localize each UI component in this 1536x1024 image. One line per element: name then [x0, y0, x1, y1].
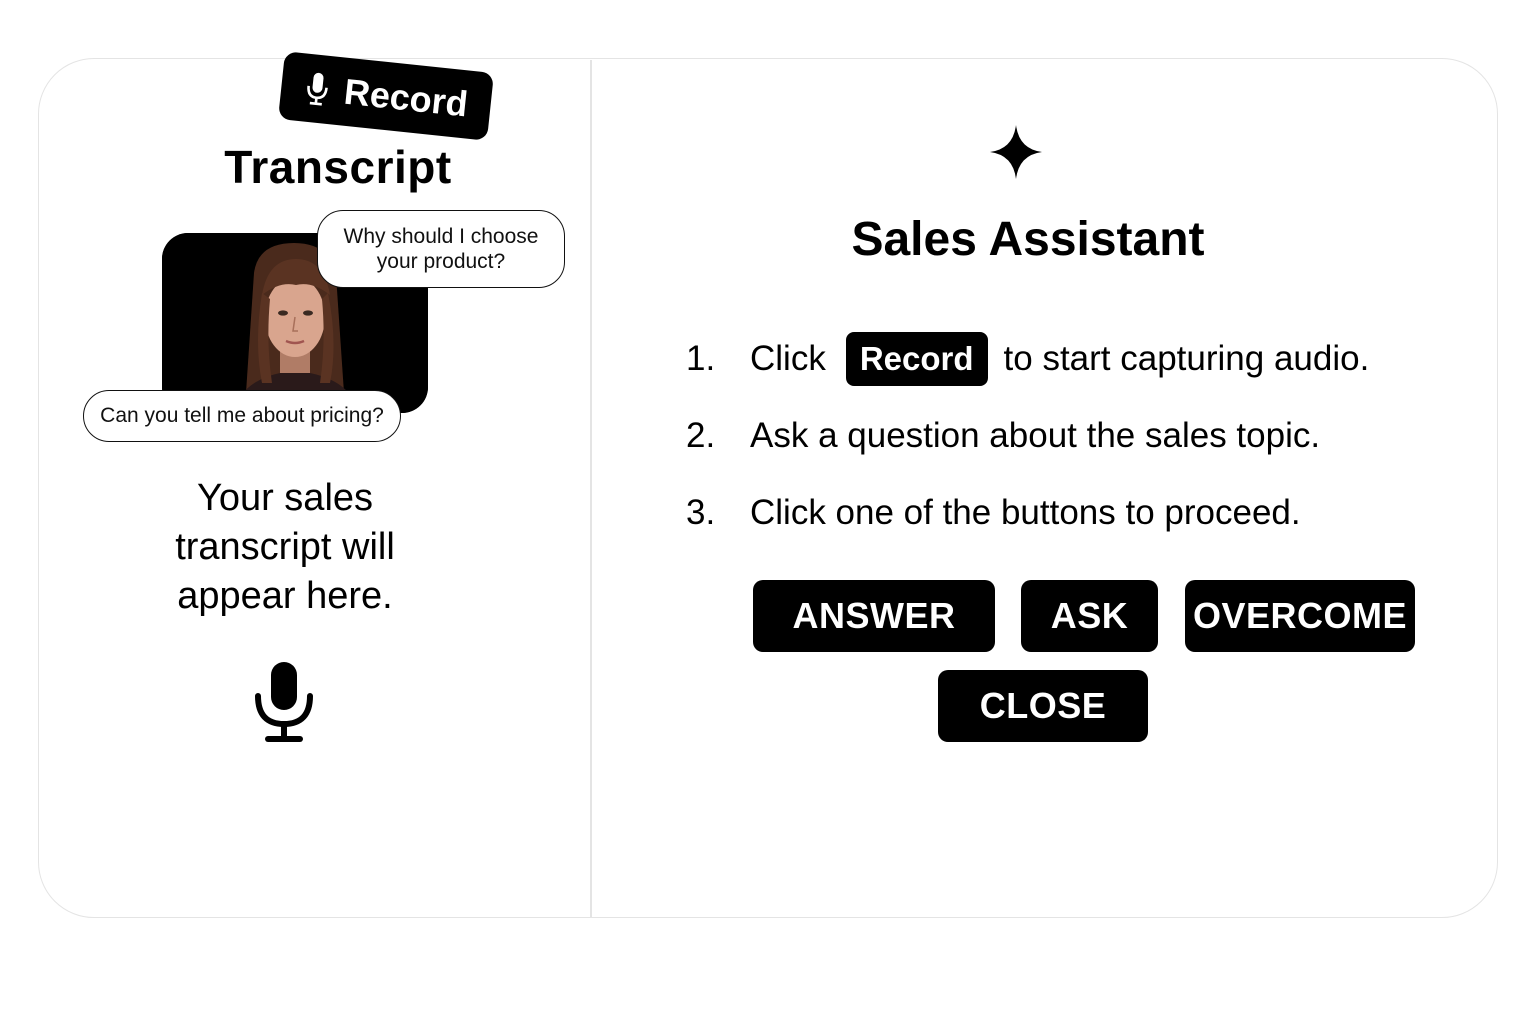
transcript-placeholder: Your sales transcript will appear here. — [120, 474, 450, 621]
ask-button[interactable]: ASK — [1021, 580, 1158, 652]
speech-bubble-pricing: Can you tell me about pricing? — [83, 390, 401, 442]
close-button[interactable]: CLOSE — [938, 670, 1148, 742]
transcript-title: Transcript — [224, 141, 452, 193]
panel-divider — [590, 60, 592, 918]
placeholder-line: appear here. — [177, 575, 393, 617]
overcome-button[interactable]: OVERCOME — [1185, 580, 1415, 652]
inline-record-badge: Record — [845, 332, 988, 386]
step-number: 2. — [686, 416, 716, 455]
sparkle-icon — [990, 125, 1042, 179]
step-1: 1. Click Record to start capturing audio… — [686, 331, 1369, 387]
bubble-pricing-text: Can you tell me about pricing? — [100, 404, 384, 427]
step-number: 1. — [686, 339, 716, 378]
step-3: 3. Click one of the buttons to proceed. — [686, 485, 1301, 541]
assistant-title: Sales Assistant — [851, 213, 1205, 266]
step-text: to start capturing audio. — [1003, 339, 1370, 378]
step-text: Click one of the buttons to proceed. — [750, 493, 1301, 532]
placeholder-line: Your sales — [196, 477, 374, 519]
microphone-icon — [307, 72, 328, 106]
answer-button[interactable]: ANSWER — [753, 580, 995, 652]
step-text: Click — [750, 339, 826, 378]
record-button-label: Record — [342, 70, 470, 125]
bubble-question-text: Why should I choose your product? — [343, 225, 539, 273]
speech-bubble-question: Why should I choose your product? — [317, 210, 565, 288]
microphone-icon — [255, 662, 313, 742]
placeholder-line: transcript will — [175, 526, 395, 568]
step-text: Ask a question about the sales topic. — [750, 416, 1321, 455]
step-2: 2. Ask a question about the sales topic. — [686, 408, 1320, 464]
step-number: 3. — [686, 493, 716, 532]
